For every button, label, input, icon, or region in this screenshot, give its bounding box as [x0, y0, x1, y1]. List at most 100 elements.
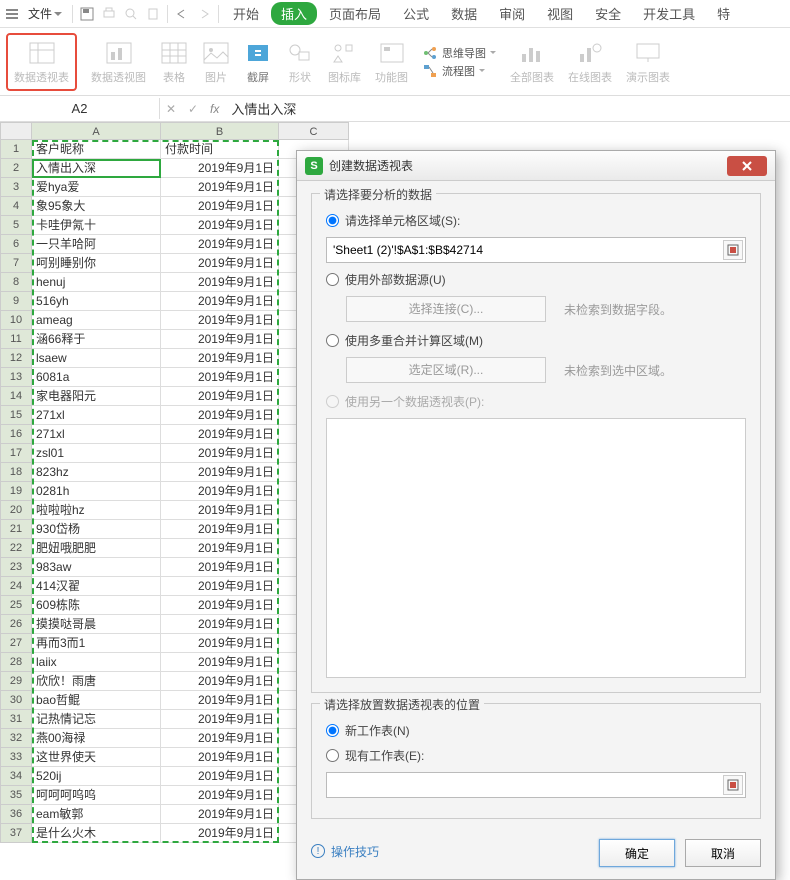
operation-tips-link[interactable]: ! 操作技巧 [311, 843, 379, 860]
cell-B10[interactable]: 2019年9月1日 [161, 311, 279, 330]
cell-A6[interactable]: 一只羊哈阿 [32, 235, 161, 254]
row-header[interactable]: 8 [0, 273, 32, 292]
undo-icon[interactable] [172, 4, 192, 24]
cell-B26[interactable]: 2019年9月1日 [161, 615, 279, 634]
row-header[interactable]: 33 [0, 748, 32, 767]
row-header[interactable]: 7 [0, 254, 32, 273]
cell-B7[interactable]: 2019年9月1日 [161, 254, 279, 273]
cell-A16[interactable]: 271xl [32, 425, 161, 444]
radio-new-sheet-input[interactable] [326, 724, 339, 737]
ribbon-flowchart[interactable]: 流程图 [422, 63, 496, 79]
file-menu[interactable]: 文件 [22, 3, 68, 24]
cell-B2[interactable]: 2019年9月1日 [161, 159, 279, 178]
row-header[interactable]: 29 [0, 672, 32, 691]
cell-B6[interactable]: 2019年9月1日 [161, 235, 279, 254]
tab-view[interactable]: 视图 [537, 0, 583, 27]
cell-B22[interactable]: 2019年9月1日 [161, 539, 279, 558]
row-header[interactable]: 11 [0, 330, 32, 349]
ribbon-pivot-chart[interactable]: 数据透视图 [91, 39, 146, 85]
row-header[interactable]: 21 [0, 520, 32, 539]
ok-button[interactable]: 确定 [599, 839, 675, 867]
tab-data[interactable]: 数据 [441, 0, 487, 27]
name-box[interactable]: A2 [0, 98, 160, 119]
cell-B27[interactable]: 2019年9月1日 [161, 634, 279, 653]
cell-A4[interactable]: 象95象大 [32, 197, 161, 216]
cell-A8[interactable]: henuj [32, 273, 161, 292]
cell-B19[interactable]: 2019年9月1日 [161, 482, 279, 501]
tab-layout[interactable]: 页面布局 [319, 0, 391, 27]
tab-extra[interactable]: 特 [707, 0, 740, 27]
cell-B30[interactable]: 2019年9月1日 [161, 691, 279, 710]
save-icon[interactable] [77, 4, 97, 24]
cell-A14[interactable]: 家电器阳元 [32, 387, 161, 406]
row-header[interactable]: 1 [0, 140, 32, 159]
cell-B24[interactable]: 2019年9月1日 [161, 577, 279, 596]
ribbon-funcchart[interactable]: 功能图 [375, 39, 408, 85]
cell-B21[interactable]: 2019年9月1日 [161, 520, 279, 539]
ribbon-allchart[interactable]: 全部图表 [510, 39, 554, 85]
cell-range-input[interactable] [326, 237, 746, 263]
row-header[interactable]: 30 [0, 691, 32, 710]
ribbon-pivot-table[interactable]: 数据透视表 [6, 33, 77, 91]
row-header[interactable]: 32 [0, 729, 32, 748]
radio-multi[interactable]: 使用多重合并计算区域(M) [326, 332, 746, 349]
row-header[interactable]: 14 [0, 387, 32, 406]
cut-icon[interactable] [143, 4, 163, 24]
redo-icon[interactable] [194, 4, 214, 24]
cell-A5[interactable]: 卡哇伊氝十 [32, 216, 161, 235]
cell-A7[interactable]: 呵别睡别你 [32, 254, 161, 273]
column-header-A[interactable]: A [32, 122, 161, 140]
cell-A24[interactable]: 414汉翟 [32, 577, 161, 596]
existing-location-input[interactable] [326, 772, 746, 798]
row-header[interactable]: 18 [0, 463, 32, 482]
row-header[interactable]: 20 [0, 501, 32, 520]
row-header[interactable]: 5 [0, 216, 32, 235]
row-header[interactable]: 4 [0, 197, 32, 216]
cell-B34[interactable]: 2019年9月1日 [161, 767, 279, 786]
row-header[interactable]: 25 [0, 596, 32, 615]
hamburger-icon[interactable] [4, 9, 20, 19]
radio-external[interactable]: 使用外部数据源(U) [326, 271, 746, 288]
cell-B13[interactable]: 2019年9月1日 [161, 368, 279, 387]
row-header[interactable]: 37 [0, 824, 32, 843]
row-header[interactable]: 27 [0, 634, 32, 653]
cell-A34[interactable]: 520ij [32, 767, 161, 786]
print-icon[interactable] [99, 4, 119, 24]
tab-insert[interactable]: 插入 [271, 2, 317, 25]
accept-formula-icon[interactable]: ✓ [182, 102, 204, 116]
ribbon-demochart[interactable]: 演示图表 [626, 39, 670, 85]
cell-A27[interactable]: 再而3而1 [32, 634, 161, 653]
cell-A19[interactable]: 0281h [32, 482, 161, 501]
cancel-button[interactable]: 取消 [685, 839, 761, 867]
cell-B20[interactable]: 2019年9月1日 [161, 501, 279, 520]
cell-A12[interactable]: lsaew [32, 349, 161, 368]
cell-A31[interactable]: 记热情记忘 [32, 710, 161, 729]
tab-dev[interactable]: 开发工具 [633, 0, 705, 27]
cell-A13[interactable]: 6081a [32, 368, 161, 387]
row-header[interactable]: 22 [0, 539, 32, 558]
row-header[interactable]: 16 [0, 425, 32, 444]
row-header[interactable]: 24 [0, 577, 32, 596]
print-preview-icon[interactable] [121, 4, 141, 24]
select-all-corner[interactable] [0, 122, 32, 140]
ribbon-mindmap[interactable]: 思维导图 [422, 45, 496, 61]
cell-B14[interactable]: 2019年9月1日 [161, 387, 279, 406]
cell-A32[interactable]: 燕00海禄 [32, 729, 161, 748]
ribbon-picture[interactable]: 图片 [202, 39, 230, 85]
cell-B35[interactable]: 2019年9月1日 [161, 786, 279, 805]
row-header[interactable]: 12 [0, 349, 32, 368]
column-header-C[interactable]: C [279, 122, 349, 140]
cell-A26[interactable]: 摸摸哒哥晨 [32, 615, 161, 634]
cell-B11[interactable]: 2019年9月1日 [161, 330, 279, 349]
cell-A1[interactable]: 客户昵称 [32, 140, 161, 159]
cell-B4[interactable]: 2019年9月1日 [161, 197, 279, 216]
cell-A20[interactable]: 啦啦啦hz [32, 501, 161, 520]
row-header[interactable]: 26 [0, 615, 32, 634]
cell-B23[interactable]: 2019年9月1日 [161, 558, 279, 577]
row-header[interactable]: 3 [0, 178, 32, 197]
radio-existing-sheet[interactable]: 现有工作表(E): [326, 747, 746, 764]
cell-A17[interactable]: zsl01 [32, 444, 161, 463]
fx-icon[interactable]: fx [204, 102, 225, 116]
row-header[interactable]: 17 [0, 444, 32, 463]
radio-external-input[interactable] [326, 273, 339, 286]
